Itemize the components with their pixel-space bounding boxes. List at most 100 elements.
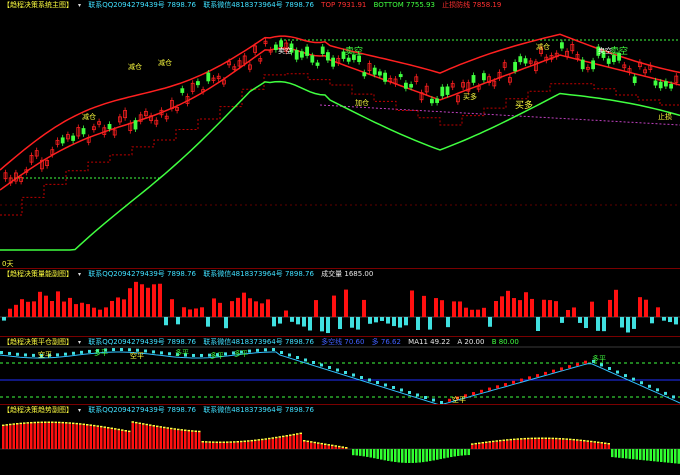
volume-bar <box>122 299 126 317</box>
trend-bar-cap <box>26 422 29 424</box>
trend-bar <box>268 439 271 449</box>
trend-bar <box>9 425 12 449</box>
volume-bar <box>368 317 372 324</box>
trend-bar-cap <box>345 447 348 449</box>
trend-bar <box>194 432 197 449</box>
trend-bar <box>51 423 54 449</box>
trend-bar <box>660 449 663 462</box>
volume-bar <box>320 317 324 332</box>
volume-bar <box>326 317 330 334</box>
trend-bar-cap <box>138 422 141 425</box>
candle-body <box>606 58 611 64</box>
trend-bar <box>219 442 222 449</box>
trend-bar <box>355 449 358 456</box>
trend-bar-cap <box>110 427 113 430</box>
volume-bar <box>350 317 354 328</box>
volume-bar <box>446 317 450 328</box>
trend-bar-cap <box>523 437 526 440</box>
trend-bar-cap <box>177 428 180 431</box>
trend-bar-cap <box>37 421 40 424</box>
trend-bar-cap <box>534 437 537 440</box>
flat-dot <box>360 376 363 379</box>
trend-bar-cap <box>44 421 47 424</box>
signal-label: 卖空 <box>610 47 629 57</box>
candle-body <box>60 137 65 144</box>
main-chart-pane[interactable]: 【趋程决策系统主图】 ▾ 联系QQ2094279439号 7898.76 联系微信… <box>0 0 680 268</box>
trend-bar-cap <box>310 441 313 443</box>
volume-bar <box>332 295 336 317</box>
trend-bar <box>187 431 190 449</box>
flat-dot <box>488 387 491 391</box>
trend-bar <box>422 449 425 463</box>
flat-dot <box>272 348 275 352</box>
flat-dot <box>160 351 163 355</box>
trend-bar <box>198 432 201 449</box>
flat-pane[interactable]: 【趋程决策平仓副图】 ▾ 联系QQ2094279439号 7898.76 联系微信… <box>0 337 680 404</box>
trend-bar <box>653 449 656 462</box>
trend-bar-cap <box>569 438 572 441</box>
trend-bar <box>656 449 659 462</box>
trend-bar <box>72 424 75 449</box>
main-price-chart <box>0 33 680 251</box>
trend-bar-cap <box>219 441 222 443</box>
volume-pane[interactable]: 【趋程决策量能副图】 ▾ 联系QQ2094279439号 7898.76 联系微信… <box>0 269 680 336</box>
trend-bar-cap <box>2 424 5 427</box>
trend-bar <box>278 437 281 449</box>
trend-bar-cap <box>187 429 190 432</box>
volume-bar <box>590 301 594 317</box>
trend-bar <box>499 441 502 449</box>
trend-bar-cap <box>12 423 15 425</box>
trend-bar <box>26 423 29 449</box>
signal-label: 卖空 <box>345 47 364 57</box>
trend-bar <box>551 439 554 449</box>
flat-dot <box>168 352 171 356</box>
trend-bar-cap <box>159 426 162 428</box>
flat-dot <box>568 365 571 369</box>
flat-ma-line <box>0 351 680 404</box>
trend-bar-cap <box>117 428 120 431</box>
trend-bar-cap <box>324 443 327 445</box>
trend-bar <box>303 441 306 449</box>
trend-pane[interactable]: 【趋程决策趋势副图】 ▾ 联系QQ2094279439号 7898.76 联系微信… <box>0 405 680 475</box>
trend-bar-cap <box>23 422 26 424</box>
volume-bar <box>218 302 222 317</box>
flat-dot <box>392 386 395 389</box>
trend-bar <box>142 424 145 449</box>
candle-body <box>315 62 320 66</box>
trend-bar <box>33 423 36 449</box>
flat-dot <box>120 348 123 352</box>
trend-bar <box>376 449 379 459</box>
volume-bar <box>74 304 78 317</box>
volume-bar <box>650 317 654 324</box>
trend-bar <box>572 440 575 449</box>
trend-bar <box>310 442 313 449</box>
trend-bar <box>243 442 246 449</box>
trend-bar-cap <box>142 423 145 425</box>
trend-bar-cap <box>170 427 173 430</box>
trend-bar <box>670 449 673 464</box>
volume-bar <box>392 317 396 327</box>
trend-bar <box>338 447 341 449</box>
trend-bar <box>583 441 586 449</box>
volume-bar <box>92 307 96 317</box>
flat-dot <box>648 384 651 388</box>
trend-bar <box>373 449 376 459</box>
volume-bar <box>632 317 636 329</box>
trend-bar <box>226 442 229 449</box>
trend-bar <box>96 426 99 449</box>
trend-bar <box>107 428 110 449</box>
volume-histogram <box>0 281 680 334</box>
trend-bar <box>135 423 138 449</box>
trend-bar-cap <box>215 441 218 443</box>
candle-body <box>320 46 325 54</box>
volume-bar <box>254 301 258 317</box>
volume-bar <box>434 298 438 317</box>
trend-bar-cap <box>264 438 267 440</box>
volume-bar <box>566 310 570 317</box>
trend-bar-cap <box>51 421 54 424</box>
volume-bar <box>146 287 150 317</box>
trend-bar <box>292 435 295 449</box>
candle-body <box>669 83 673 89</box>
trend-bar <box>23 423 26 449</box>
trend-bar-cap <box>313 441 316 444</box>
